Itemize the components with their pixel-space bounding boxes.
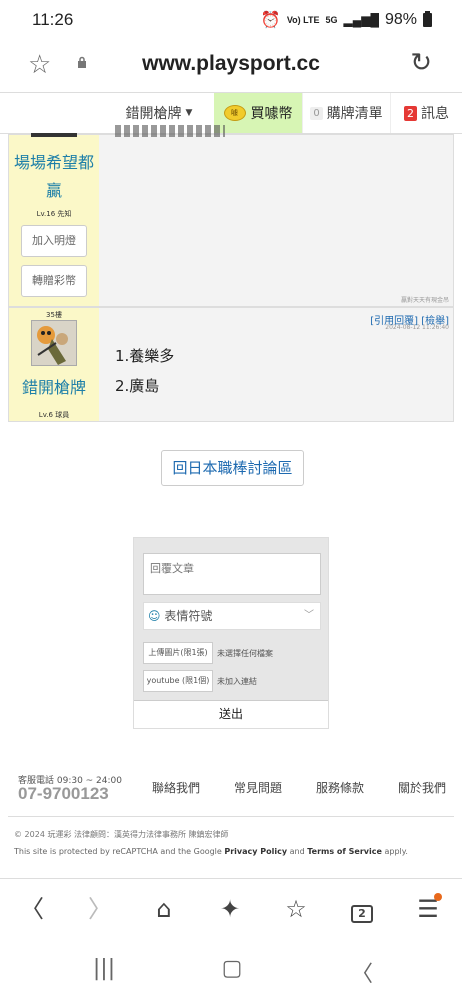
status-time: 11:26	[32, 10, 74, 29]
privacy-policy-link[interactable]: Privacy Policy	[224, 847, 287, 856]
post-author-name[interactable]: 錯開槍牌	[9, 374, 99, 402]
footer-divider	[8, 816, 454, 817]
signal-icon: ▂▄▆█	[343, 13, 379, 27]
notification-dot	[434, 893, 442, 901]
system-back-icon[interactable]: 〈	[342, 956, 382, 987]
browser-toolbar: 〈 〉 ⌂ ✦ ☆ 2 ☰	[0, 878, 462, 938]
add-mingdeng-button[interactable]: 加入明燈	[21, 225, 87, 257]
avatar[interactable]	[31, 320, 77, 366]
browser-url-bar: ☆ www.playsport.cc ↻	[0, 40, 462, 92]
youtube-button[interactable]: youtube (限1個)	[143, 670, 213, 692]
post-footer-tag: 贏對天天有現金吊	[400, 297, 449, 304]
upload-image-status: 未選擇任何檔案	[217, 649, 273, 658]
youtube-status: 未加入連結	[217, 677, 257, 686]
url-text[interactable]: www.playsport.cc	[0, 52, 462, 76]
cart-count: 0	[310, 106, 323, 120]
bookmarks-icon[interactable]: ☆	[276, 891, 316, 927]
avatar-image	[32, 321, 76, 365]
reply-textarea[interactable]	[143, 553, 321, 595]
avatar-partial	[31, 133, 77, 137]
reload-icon[interactable]: ↻	[410, 48, 432, 78]
reply-form: ☺ 表情符號 ﹀ 上傳圖片(限1張) 未選擇任何檔案 youtube (限1個)…	[133, 537, 329, 729]
footer-link-contact[interactable]: 聯絡我們	[152, 779, 200, 796]
post-partial-text	[115, 125, 225, 137]
home-icon[interactable]: ⌂	[144, 891, 184, 927]
upload-image-button[interactable]: 上傳圖片(限1張)	[143, 642, 213, 664]
post-author-level: Lv.6 球員	[38, 411, 70, 419]
post-date: 2024-08-12 11:26:40	[385, 324, 449, 331]
post-line: 1.養樂多	[115, 347, 175, 365]
emoji-select[interactable]: ☺ 表情符號 ﹀	[143, 602, 321, 630]
user-menu-label: 錯開槍牌	[125, 106, 182, 122]
system-navigation: ||| ▢ 〈	[0, 938, 462, 1000]
send-button[interactable]: 送出	[134, 700, 328, 728]
post-35: 35樓 錯開槍牌 Lv.6 球員 [引用回覆] [檢舉] 2024-08-12 …	[8, 307, 454, 422]
buy-coins-button[interactable]: 噱買噱幣	[214, 93, 302, 133]
tabs-count: 2	[351, 905, 373, 923]
battery-icon	[423, 11, 432, 27]
coin-icon: 噱	[223, 105, 246, 121]
cart-label: 購牌清單	[326, 106, 383, 122]
status-icons: ⏰ Vo) LTE 5G ▂▄▆█ 98%	[261, 10, 432, 30]
caret-down-icon: ▼	[185, 108, 193, 118]
post-author-level: Lv.16 先知	[36, 210, 72, 218]
floor-number: 35樓	[46, 311, 62, 319]
terms-link[interactable]: Terms of Service	[307, 847, 382, 856]
footer-link-about[interactable]: 關於我們	[398, 779, 446, 796]
back-icon[interactable]: 〈	[12, 891, 52, 927]
site-nav: 錯開槍牌 ▼ 噱買噱幣 0 購牌清單 2 訊息	[0, 92, 462, 134]
battery-percent: 98%	[384, 11, 417, 28]
alarm-icon: ⏰	[260, 12, 281, 29]
footer-link-faq[interactable]: 常見問題	[234, 779, 282, 796]
post-line: 2.廣島	[115, 377, 160, 395]
post-author-panel: 35樓 錯開槍牌 Lv.6 球員	[9, 308, 99, 421]
gift-coins-button[interactable]: 轉贈彩幣	[21, 265, 87, 297]
emoji-select-label: 表情符號	[164, 609, 213, 623]
post-34: 場場希望都贏 Lv.16 先知 加入明燈 轉贈彩幣 贏對天天有現金吊	[8, 125, 454, 307]
post-author-name[interactable]: 場場希望都贏	[9, 149, 99, 205]
buy-coins-label: 買噱幣	[250, 106, 293, 122]
smile-icon: ☺	[148, 609, 161, 623]
service-phone[interactable]: 07-9700123	[18, 784, 109, 804]
recents-icon[interactable]: |||	[84, 956, 124, 982]
home-button-icon[interactable]: ▢	[212, 956, 252, 982]
sparkle-icon[interactable]: ✦	[210, 891, 250, 927]
back-to-forum-button[interactable]: 回日本職棒討論區	[161, 450, 304, 486]
menu-icon[interactable]: ☰	[408, 891, 448, 927]
recaptcha-notice: This site is protected by reCAPTCHA and …	[14, 847, 408, 856]
messages-label: 訊息	[421, 106, 449, 122]
forward-icon[interactable]: 〉	[80, 891, 120, 927]
post-body: 1.養樂多 2.廣島	[115, 341, 174, 401]
cart-button[interactable]: 0 購牌清單	[302, 93, 390, 133]
messages-count: 2	[404, 105, 417, 121]
footer-link-terms[interactable]: 服務條款	[316, 779, 364, 796]
tabs-icon[interactable]: 2	[342, 891, 382, 927]
network-type: 5G	[325, 14, 338, 25]
volte-icon: Vo) LTE	[286, 14, 320, 25]
messages-button[interactable]: 2 訊息	[390, 93, 462, 133]
post-author-panel: 場場希望都贏 Lv.16 先知 加入明燈 轉贈彩幣	[9, 133, 99, 306]
status-bar: 11:26 ⏰ Vo) LTE 5G ▂▄▆█ 98%	[0, 0, 462, 40]
copyright: © 2024 玩運彩 法律顧問：漢英得力法律事務所 陳鎮宏律師	[14, 830, 229, 839]
chevron-down-icon: ﹀	[304, 610, 314, 621]
